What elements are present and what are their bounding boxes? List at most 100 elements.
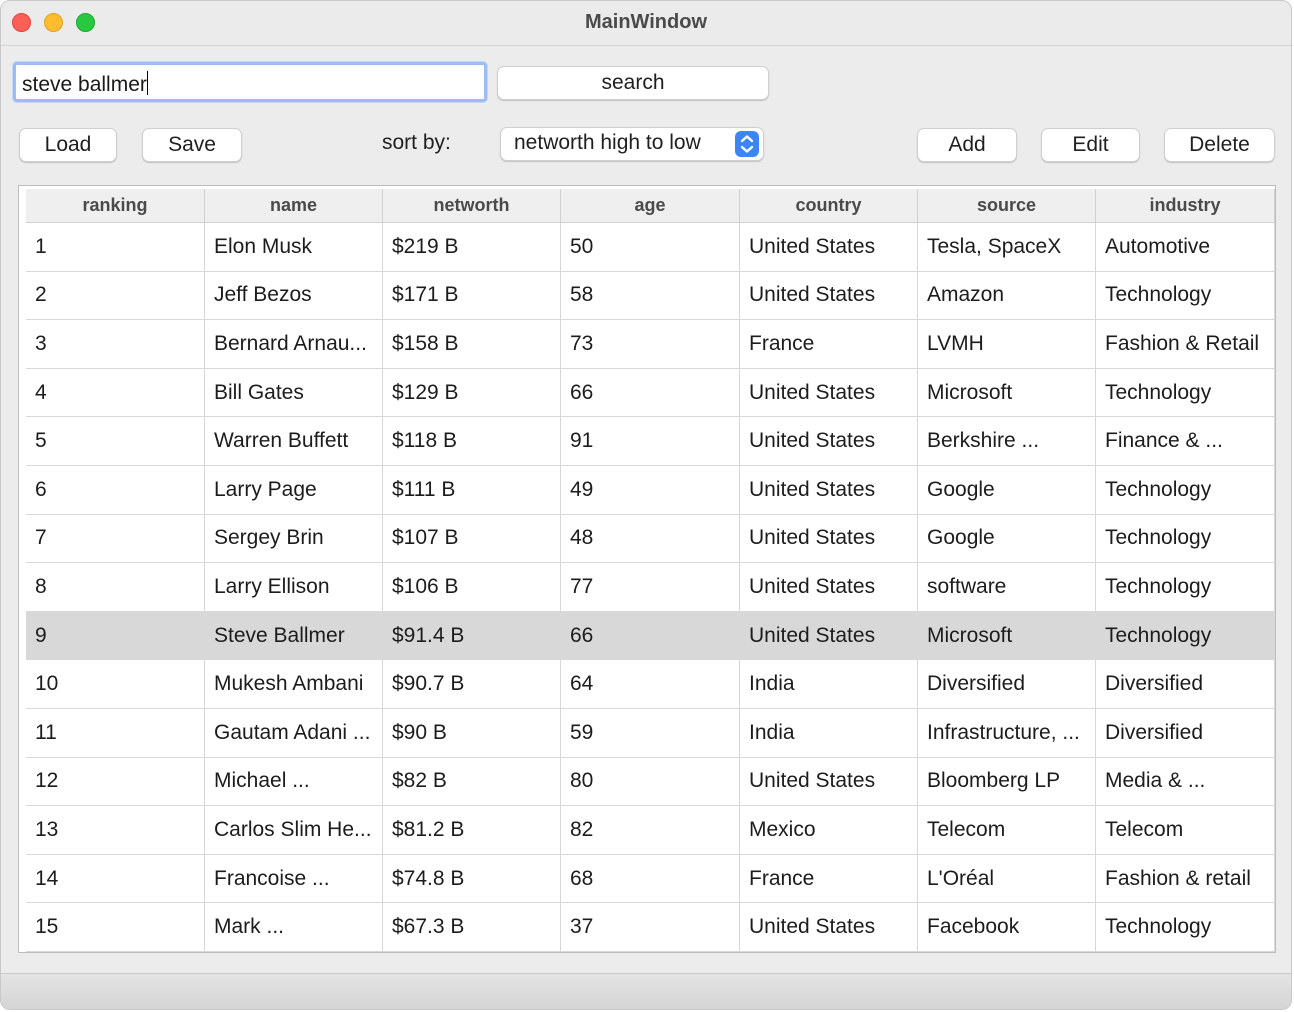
table-cell-industry[interactable]: Telecom [1096,806,1275,855]
table-row[interactable]: 12 Michael ... $82 B 80 United States Bloombe… [26,757,1275,807]
table-cell-industry[interactable]: Technology [1096,368,1275,418]
table-cell-source[interactable]: Google [918,514,1096,564]
table-cell-industry[interactable]: Media & ... [1096,757,1275,807]
table-cell-industry[interactable]: Diversified [1096,708,1275,758]
table-cell-networth[interactable]: $67.3 B [383,903,561,952]
table-row[interactable]: 11 Gautam Adani ... $90 B 59 India Infrastruc… [26,708,1275,758]
table-row[interactable]: 4 Bill Gates $129 B 66 United States Microsof… [26,368,1275,418]
table-cell-networth[interactable]: $82 B [383,757,561,807]
table-cell-ranking[interactable]: 5 [26,417,205,466]
table-cell-country[interactable]: India [740,660,918,709]
search-button[interactable]: search [497,66,769,100]
table-cell-industry[interactable]: Technology [1096,271,1275,321]
table-cell-country[interactable]: United States [740,903,918,952]
table-cell-industry[interactable]: Technology [1096,563,1275,612]
table-cell-country[interactable]: United States [740,223,918,272]
table-cell-networth[interactable]: $106 B [383,563,561,612]
table-cell-ranking[interactable]: 11 [26,708,205,758]
updown-chevron-icon[interactable] [735,131,759,157]
table-cell-age[interactable]: 48 [561,514,740,564]
table-cell-industry[interactable]: Fashion & Retail [1096,320,1275,369]
table-cell-name[interactable]: Carlos Slim He... [205,806,383,855]
table-cell-source[interactable]: Tesla, SpaceX [918,223,1096,272]
table-cell-source[interactable]: Microsoft [918,368,1096,418]
table-cell-industry[interactable]: Diversified [1096,660,1275,709]
table-cell-networth[interactable]: $90 B [383,708,561,758]
table-row[interactable]: 6 Larry Page $111 B 49 United States Google Te… [26,465,1275,515]
table-cell-country[interactable]: United States [740,563,918,612]
table-cell-age[interactable]: 49 [561,465,740,515]
column-header-source[interactable]: source [918,189,1096,223]
column-header-ranking[interactable]: ranking [26,189,205,223]
table-cell-name[interactable]: Michael ... [205,757,383,807]
table-cell-ranking[interactable]: 3 [26,320,205,369]
table-row[interactable]: 1 Elon Musk $219 B 50 United States Tesla, Sp… [26,223,1275,272]
table-cell-country[interactable]: France [740,320,918,369]
table-row[interactable]: 10 Mukesh Ambani $90.7 B 64 India Diversified… [26,660,1275,709]
table-cell-age[interactable]: 80 [561,757,740,807]
table-cell-name[interactable]: Larry Page [205,465,383,515]
table-row[interactable]: 9 Steve Ballmer $91.4 B 66 United States Micr… [26,611,1275,661]
table-cell-source[interactable]: Bloomberg LP [918,757,1096,807]
table-cell-industry[interactable]: Technology [1096,903,1275,952]
table-cell-industry[interactable]: Fashion & retail [1096,854,1275,904]
table-cell-networth[interactable]: $107 B [383,514,561,564]
table-cell-source[interactable]: Amazon [918,271,1096,321]
table-cell-country[interactable]: United States [740,465,918,515]
table-cell-networth[interactable]: $118 B [383,417,561,466]
add-button[interactable]: Add [917,128,1017,162]
column-header-country[interactable]: country [740,189,918,223]
column-header-industry[interactable]: industry [1096,189,1275,223]
table-cell-name[interactable]: Jeff Bezos [205,271,383,321]
billionaires-table[interactable]: ranking name networth age country source indus… [18,185,1276,953]
sort-select[interactable]: networth high to low [500,127,764,161]
table-cell-networth[interactable]: $111 B [383,465,561,515]
table-cell-source[interactable]: L'Oréal [918,854,1096,904]
table-cell-networth[interactable]: $91.4 B [383,611,561,661]
table-cell-name[interactable]: Elon Musk [205,223,383,272]
save-button[interactable]: Save [142,128,242,162]
table-cell-age[interactable]: 73 [561,320,740,369]
table-cell-networth[interactable]: $74.8 B [383,854,561,904]
table-cell-country[interactable]: United States [740,757,918,807]
table-cell-name[interactable]: Sergey Brin [205,514,383,564]
table-cell-country[interactable]: United States [740,611,918,661]
table-cell-ranking[interactable]: 4 [26,368,205,418]
table-cell-age[interactable]: 59 [561,708,740,758]
table-cell-name[interactable]: Steve Ballmer [205,611,383,661]
table-cell-country[interactable]: United States [740,417,918,466]
table-cell-source[interactable]: Facebook [918,903,1096,952]
table-cell-age[interactable]: 58 [561,271,740,321]
table-cell-ranking[interactable]: 15 [26,903,205,952]
table-cell-age[interactable]: 50 [561,223,740,272]
load-button[interactable]: Load [19,128,117,162]
table-cell-name[interactable]: Mukesh Ambani [205,660,383,709]
table-cell-industry[interactable]: Finance & ... [1096,417,1275,466]
column-header-age[interactable]: age [561,189,740,223]
table-cell-source[interactable]: Microsoft [918,611,1096,661]
edit-button[interactable]: Edit [1041,128,1140,162]
table-cell-industry[interactable]: Technology [1096,465,1275,515]
table-cell-name[interactable]: Mark ... [205,903,383,952]
table-cell-country[interactable]: United States [740,514,918,564]
table-cell-source[interactable]: Telecom [918,806,1096,855]
table-cell-name[interactable]: Bill Gates [205,368,383,418]
table-cell-name[interactable]: Gautam Adani ... [205,708,383,758]
table-cell-source[interactable]: Diversified [918,660,1096,709]
table-cell-name[interactable]: Francoise ... [205,854,383,904]
table-cell-name[interactable]: Warren Buffett [205,417,383,466]
table-row[interactable]: 14 Francoise ... $74.8 B 68 France L'Oréal Fas… [26,854,1275,904]
table-cell-source[interactable]: software [918,563,1096,612]
table-cell-age[interactable]: 66 [561,368,740,418]
table-cell-age[interactable]: 66 [561,611,740,661]
table-cell-ranking[interactable]: 6 [26,465,205,515]
table-cell-ranking[interactable]: 9 [26,611,205,661]
table-cell-networth[interactable]: $171 B [383,271,561,321]
column-header-name[interactable]: name [205,189,383,223]
table-row[interactable]: 7 Sergey Brin $107 B 48 United States Google T… [26,514,1275,564]
table-row[interactable]: 15 Mark ... $67.3 B 37 United States Facebook… [26,903,1275,952]
table-cell-country[interactable]: United States [740,368,918,418]
table-cell-age[interactable]: 82 [561,806,740,855]
table-cell-ranking[interactable]: 14 [26,854,205,904]
table-cell-ranking[interactable]: 13 [26,806,205,855]
